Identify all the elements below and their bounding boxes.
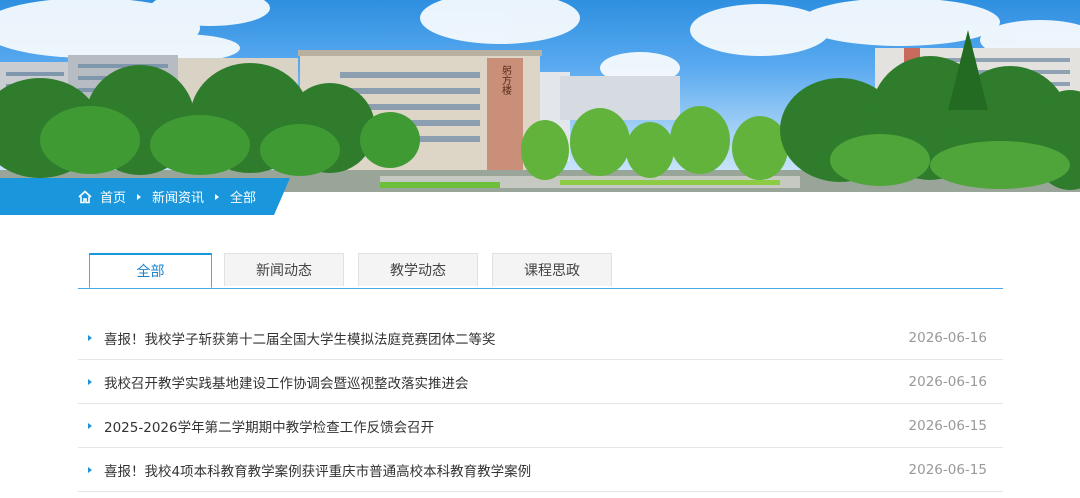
news-title[interactable]: 2025-2026学年第二学期期中教学检查工作反馈会召开 — [104, 416, 909, 436]
bullet-arrow-icon — [88, 334, 92, 341]
building-sign-text: 躬方楼 — [500, 64, 512, 96]
news-title[interactable]: 喜报！我校学子斩获第十二届全国大学生模拟法庭竞赛团体二等奖 — [104, 328, 909, 348]
bullet-arrow-icon — [88, 466, 92, 473]
breadcrumb: 首页 新闻资讯 全部 — [78, 178, 256, 215]
news-date: 2026-06-16 — [908, 329, 987, 346]
breadcrumb-news-link[interactable]: 新闻资讯 — [152, 187, 204, 206]
bullet-arrow-icon — [88, 378, 92, 385]
news-list: 喜报！我校学子斩获第十二届全国大学生模拟法庭竞赛团体二等奖 2026-06-16… — [78, 316, 1003, 492]
news-date: 2026-06-16 — [908, 373, 987, 390]
news-item[interactable]: 喜报！我校4项本科教育教学案例获评重庆市普通高校本科教育教学案例 2026-06… — [78, 448, 1003, 492]
news-date: 2026-06-15 — [908, 461, 987, 478]
bullet-arrow-icon — [88, 422, 92, 429]
breadcrumb-separator-icon — [137, 193, 142, 200]
tab-teaching-updates[interactable]: 教学动态 — [358, 253, 478, 286]
home-icon — [78, 189, 92, 204]
news-item[interactable]: 我校召开教学实践基地建设工作协调会暨巡视整改落实推进会 2026-06-16 — [78, 360, 1003, 404]
news-item[interactable]: 喜报！我校学子斩获第十二届全国大学生模拟法庭竞赛团体二等奖 2026-06-16 — [78, 316, 1003, 360]
category-tabs: 全部 新闻动态 教学动态 课程思政 — [78, 253, 1003, 289]
tab-news-updates[interactable]: 新闻动态 — [224, 253, 344, 286]
breadcrumb-current[interactable]: 全部 — [230, 187, 256, 206]
campus-banner: 躬方楼 — [0, 0, 1080, 192]
breadcrumb-home-link[interactable]: 首页 — [100, 187, 126, 206]
breadcrumb-separator-icon — [215, 193, 220, 200]
news-date: 2026-06-15 — [908, 417, 987, 434]
tab-course-ideology[interactable]: 课程思政 — [492, 253, 612, 286]
campus-banner-image: 躬方楼 — [0, 0, 1080, 192]
news-item[interactable]: 2025-2026学年第二学期期中教学检查工作反馈会召开 2026-06-15 — [78, 404, 1003, 448]
news-title[interactable]: 喜报！我校4项本科教育教学案例获评重庆市普通高校本科教育教学案例 — [104, 460, 909, 480]
news-title[interactable]: 我校召开教学实践基地建设工作协调会暨巡视整改落实推进会 — [104, 372, 909, 392]
tab-all[interactable]: 全部 — [89, 253, 212, 288]
